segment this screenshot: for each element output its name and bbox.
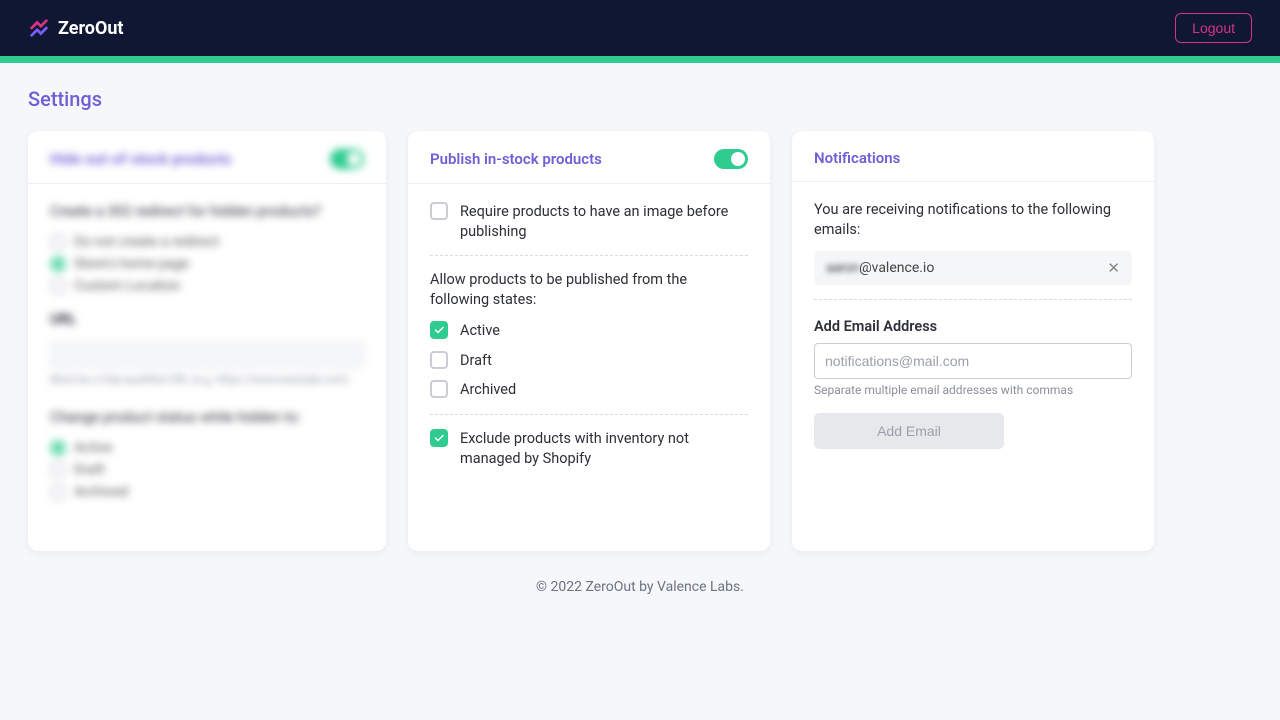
brand: ZeroOut: [28, 17, 124, 39]
brand-logo-icon: [28, 17, 50, 39]
exclude-unmanaged-checkbox[interactable]: [430, 429, 448, 447]
email-value: aaron@valence.io: [826, 260, 934, 276]
state-draft-label: Draft: [460, 351, 492, 371]
status-label: Change product status while hidden to:: [50, 408, 364, 428]
card-title: Hide out-of-stock products: [50, 150, 232, 168]
radio-status-active[interactable]: Active: [50, 440, 364, 456]
publish-toggle[interactable]: [714, 149, 748, 169]
states-label: Allow products to be published from the …: [430, 270, 748, 309]
url-help: Must be a fully-qualified URL (e.g. http…: [50, 373, 364, 386]
radio-custom-location[interactable]: Custom Location: [50, 278, 364, 294]
card-notifications: Notifications You are receiving notifica…: [792, 131, 1154, 551]
footer-text: © 2022 ZeroOut by Valence Labs.: [28, 579, 1252, 595]
radio-no-redirect[interactable]: Do not create a redirect: [50, 234, 364, 250]
state-draft-checkbox[interactable]: [430, 351, 448, 369]
state-archived-label: Archived: [460, 380, 516, 400]
state-active-label: Active: [460, 321, 500, 341]
card-title: Notifications: [814, 149, 900, 167]
state-archived-checkbox[interactable]: [430, 380, 448, 398]
separator: [430, 255, 748, 256]
accent-strip: [0, 56, 1280, 63]
card-hide-out-of-stock: Hide out-of-stock products Create a 302 …: [28, 131, 386, 551]
require-image-label: Require products to have an image before…: [460, 202, 748, 241]
state-active-checkbox[interactable]: [430, 321, 448, 339]
email-chip: aaron@valence.io ✕: [814, 251, 1132, 285]
top-bar: ZeroOut Logout: [0, 0, 1280, 56]
logout-button[interactable]: Logout: [1175, 13, 1252, 43]
email-help-text: Separate multiple email addresses with c…: [814, 383, 1132, 397]
page-title: Settings: [28, 87, 1252, 111]
redirect-question: Create a 302 redirect for hidden product…: [50, 202, 364, 222]
url-input[interactable]: [50, 341, 364, 369]
radio-status-draft[interactable]: Draft: [50, 462, 364, 478]
card-publish-in-stock: Publish in-stock products Require produc…: [408, 131, 770, 551]
radio-status-archived[interactable]: Archived: [50, 484, 364, 500]
separator: [814, 299, 1132, 300]
add-email-label: Add Email Address: [814, 318, 1132, 335]
require-image-checkbox[interactable]: [430, 202, 448, 220]
separator: [430, 414, 748, 415]
url-label: URL: [50, 310, 364, 330]
hide-toggle[interactable]: [330, 149, 364, 169]
add-email-button[interactable]: Add Email: [814, 413, 1004, 449]
notif-intro: You are receiving notifications to the f…: [814, 200, 1132, 239]
radio-home-page[interactable]: Store's home page: [50, 256, 364, 272]
remove-email-icon[interactable]: ✕: [1107, 259, 1120, 277]
email-input[interactable]: [814, 343, 1132, 379]
card-title: Publish in-stock products: [430, 150, 602, 168]
exclude-unmanaged-label: Exclude products with inventory not mana…: [460, 429, 748, 468]
brand-name: ZeroOut: [58, 18, 124, 39]
